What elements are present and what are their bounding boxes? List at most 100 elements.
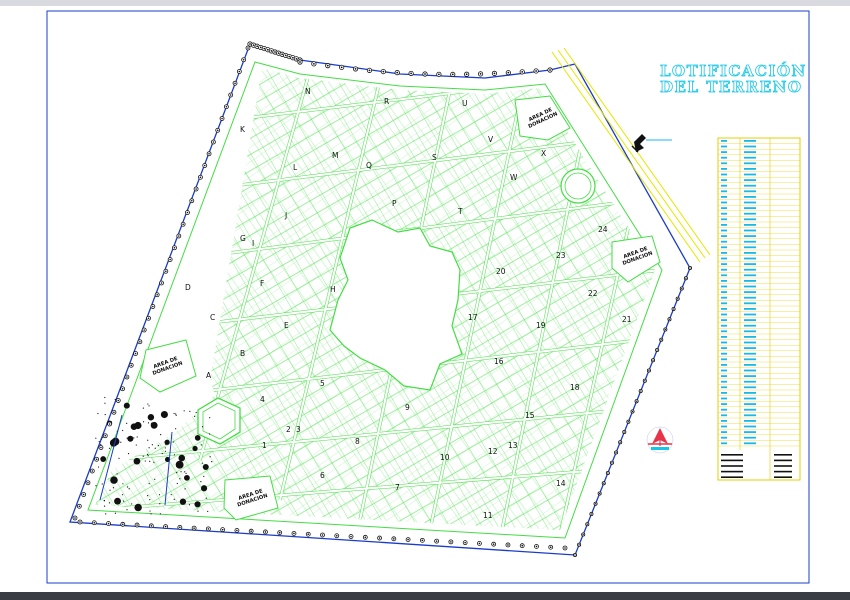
tree-icon — [223, 104, 229, 110]
block-letter-label: G — [240, 234, 246, 243]
tree-icon — [76, 503, 82, 509]
tree-icon — [236, 69, 242, 74]
block-number-label: 14 — [556, 479, 566, 488]
tree-icon — [462, 540, 468, 546]
block-number-label: 12 — [488, 447, 498, 456]
block-letter-label: E — [284, 321, 289, 330]
tree-icon — [94, 456, 100, 462]
tree-icon — [534, 544, 539, 549]
tree-icon — [679, 286, 684, 291]
tree-icon — [675, 296, 680, 301]
tree-icon — [477, 541, 482, 546]
block-number-label: 13 — [508, 441, 518, 450]
tree-icon — [106, 521, 111, 526]
tree-icon — [128, 362, 134, 368]
plan-title-line2: DEL TERRENO — [660, 78, 802, 96]
tree-icon — [408, 70, 414, 77]
tree-icon — [562, 545, 568, 551]
tree-icon — [667, 317, 672, 322]
tree-icon — [98, 445, 104, 450]
tree-icon — [422, 71, 428, 77]
block-number-label: 22 — [588, 289, 598, 298]
tree-icon — [123, 402, 130, 409]
tree-icon — [659, 337, 664, 342]
tree-icon — [263, 529, 268, 535]
tree-icon — [362, 534, 368, 540]
tree-icon — [547, 67, 553, 73]
tree-icon — [505, 70, 511, 76]
tree-icon — [634, 399, 639, 404]
block-letter-label: A — [206, 371, 212, 380]
tree-icon — [614, 450, 619, 455]
tree-icon — [491, 70, 498, 76]
tree-icon — [609, 460, 614, 465]
tree-icon — [683, 276, 688, 281]
tree-icon — [89, 468, 95, 474]
tree-icon — [110, 476, 118, 484]
tree-icon — [646, 368, 651, 373]
tree-icon — [519, 543, 525, 549]
tree-icon — [394, 70, 400, 76]
tree-icon — [137, 339, 143, 345]
tree-icon — [210, 139, 216, 145]
tree-icon — [120, 521, 126, 527]
block-letter-label: K — [240, 125, 246, 134]
tree-icon — [163, 524, 168, 529]
block-letter-label: I — [252, 239, 254, 248]
tree-icon — [248, 528, 254, 534]
tree-icon — [366, 67, 373, 73]
block-letter-label: M — [332, 151, 338, 160]
tree-icon — [177, 524, 183, 530]
tree-icon — [419, 537, 425, 543]
tree-icon — [533, 68, 539, 74]
block-number-label: 5 — [320, 379, 325, 388]
block-letter-label: X — [541, 149, 546, 158]
block-number-label: 19 — [536, 321, 546, 330]
block-number-label: 7 — [395, 483, 400, 492]
tree-icon — [436, 71, 442, 77]
tree-icon — [585, 522, 590, 527]
tree-icon — [85, 480, 91, 486]
block-letter-label: H — [330, 285, 336, 294]
block-letter-label: F — [260, 279, 264, 288]
tree-icon — [198, 174, 203, 180]
tree-icon — [651, 358, 656, 363]
tree-icon — [194, 435, 201, 441]
tree-icon — [167, 257, 173, 262]
tree-icon — [642, 378, 647, 383]
tree-icon — [663, 327, 668, 332]
tree-icon — [245, 45, 251, 51]
block-letter-label: V — [488, 135, 494, 144]
drawing-sheet: AREA DE DONACION AREA DE DONACION AREA DE DON… — [0, 6, 850, 592]
tree-icon — [159, 280, 164, 286]
tree-icon — [334, 533, 340, 539]
tree-icon — [232, 80, 238, 86]
block-letter-label: U — [462, 99, 468, 108]
site-plan: AREA DEDONACIONAREA DEDONACIONAREA DEDON… — [46, 10, 810, 584]
block-number-label: 23 — [556, 251, 566, 260]
block-number-label: 18 — [570, 383, 580, 392]
roundabout — [560, 168, 596, 204]
block-letter-label: D — [185, 283, 191, 292]
tree-icon — [477, 71, 484, 77]
tree-icon — [339, 64, 345, 70]
tree-icon — [124, 374, 130, 380]
tree-icon — [194, 501, 201, 508]
tree-icon — [147, 413, 155, 421]
tree-icon — [377, 535, 382, 541]
block-number-label: 20 — [496, 267, 506, 276]
tree-icon — [277, 530, 283, 536]
tree-icon — [573, 553, 578, 558]
tree-icon — [291, 531, 297, 536]
tree-icon — [655, 347, 660, 352]
tree-icon — [205, 526, 211, 532]
tree-icon — [100, 456, 107, 462]
tree-icon — [519, 69, 525, 75]
tree-icon — [192, 445, 198, 452]
tree-icon — [81, 492, 87, 497]
tree-icon — [202, 163, 208, 168]
tree-icon — [577, 542, 582, 547]
tree-icon — [352, 66, 359, 72]
tree-icon — [228, 92, 234, 98]
tree-icon — [146, 315, 151, 321]
